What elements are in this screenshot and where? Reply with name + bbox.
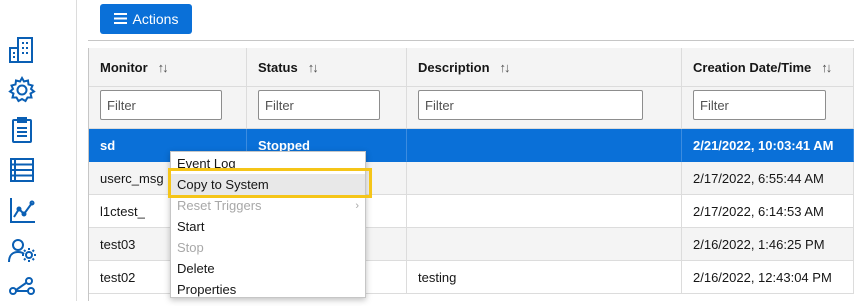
- column-header-label: Status: [258, 59, 298, 75]
- description-cell[interactable]: [407, 129, 682, 162]
- menu-item-copy-to-system[interactable]: Copy to System: [171, 174, 365, 195]
- gear-icon[interactable]: [6, 74, 38, 106]
- menu-icon: [113, 11, 127, 27]
- menu-item-event-log[interactable]: Event Log: [171, 153, 365, 174]
- creation-date-cell[interactable]: 2/17/2022, 6:14:53 AM: [682, 195, 854, 228]
- server-list-icon[interactable]: [6, 154, 38, 186]
- description-cell[interactable]: [407, 195, 682, 228]
- creation-date-filter-input[interactable]: [693, 90, 826, 120]
- menu-item-reset-triggers: Reset Triggers ›: [171, 195, 365, 216]
- chevron-right-icon: ›: [355, 199, 359, 212]
- filter-cell: [89, 87, 247, 129]
- column-header-label: Monitor: [100, 59, 148, 75]
- sort-icon[interactable]: ↑↓: [308, 60, 319, 75]
- sidebar: [0, 0, 44, 301]
- creation-date-cell[interactable]: 2/16/2022, 12:43:04 PM: [682, 261, 854, 294]
- clipboard-icon[interactable]: [6, 114, 38, 146]
- description-cell[interactable]: testing: [407, 261, 682, 294]
- menu-item-stop: Stop: [177, 240, 204, 255]
- sidebar-divider: [76, 0, 77, 301]
- column-header-status[interactable]: Status ↑↓: [247, 48, 407, 87]
- filter-cell: [682, 87, 854, 129]
- sort-icon[interactable]: ↑↓: [500, 60, 511, 75]
- description-cell[interactable]: [407, 162, 682, 195]
- filter-cell: [407, 87, 682, 129]
- column-header-label: Description: [418, 59, 490, 75]
- creation-date-cell[interactable]: 2/21/2022, 10:03:41 AM: [682, 129, 854, 162]
- actions-button[interactable]: Actions: [100, 4, 192, 34]
- menu-item-label: Reset Triggers: [177, 198, 262, 213]
- column-header-creation-date[interactable]: Creation Date/Time ↑↓: [682, 48, 854, 87]
- line-chart-icon[interactable]: [6, 194, 38, 226]
- sort-icon[interactable]: ↑↓: [158, 60, 169, 75]
- creation-date-cell[interactable]: 2/16/2022, 1:46:25 PM: [682, 228, 854, 261]
- network-icon[interactable]: [6, 274, 38, 306]
- column-header-label: Creation Date/Time: [693, 59, 812, 75]
- column-header-description[interactable]: Description ↑↓: [407, 48, 682, 87]
- description-cell[interactable]: [407, 228, 682, 261]
- context-menu: Event Log Copy to System Reset Triggers …: [170, 151, 366, 298]
- description-filter-input[interactable]: [418, 90, 643, 120]
- creation-date-cell[interactable]: 2/17/2022, 6:55:44 AM: [682, 162, 854, 195]
- status-filter-input[interactable]: [258, 90, 380, 120]
- menu-item-delete[interactable]: Delete: [171, 258, 365, 279]
- toolbar: Actions: [88, 0, 854, 41]
- menu-item-properties[interactable]: Properties: [171, 279, 365, 300]
- sort-icon[interactable]: ↑↓: [821, 60, 832, 75]
- user-gear-icon[interactable]: [6, 234, 38, 266]
- building-icon[interactable]: [6, 34, 38, 66]
- menu-item-start[interactable]: Start: [171, 216, 365, 237]
- monitor-filter-input[interactable]: [100, 90, 222, 120]
- filter-cell: [247, 87, 407, 129]
- actions-label: Actions: [132, 11, 179, 27]
- column-header-monitor[interactable]: Monitor ↑↓: [89, 48, 247, 87]
